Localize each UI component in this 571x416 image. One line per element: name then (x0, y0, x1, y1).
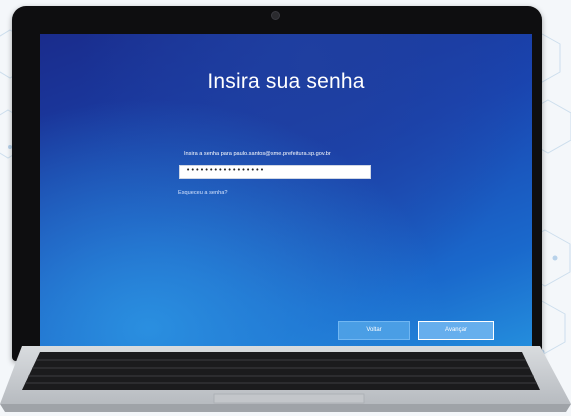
trackpad[interactable] (213, 393, 365, 404)
forgot-password-link[interactable]: Esqueceu a senha? (178, 190, 227, 196)
page-title: Insira sua senha (207, 70, 365, 93)
password-prompt-label: Insira a senha para paulo.santos@sme.pre… (184, 151, 331, 157)
next-button[interactable]: Avançar (418, 321, 494, 340)
login-screen: Insira sua senha Insira a senha para pau… (40, 34, 532, 354)
laptop-base (0, 346, 571, 412)
keyboard (22, 352, 540, 390)
password-masked-value: ••••••••••••••••• (186, 166, 265, 174)
password-input[interactable]: ••••••••••••••••• (179, 165, 371, 179)
camera-icon (271, 11, 280, 20)
back-button[interactable]: Voltar (338, 321, 410, 340)
